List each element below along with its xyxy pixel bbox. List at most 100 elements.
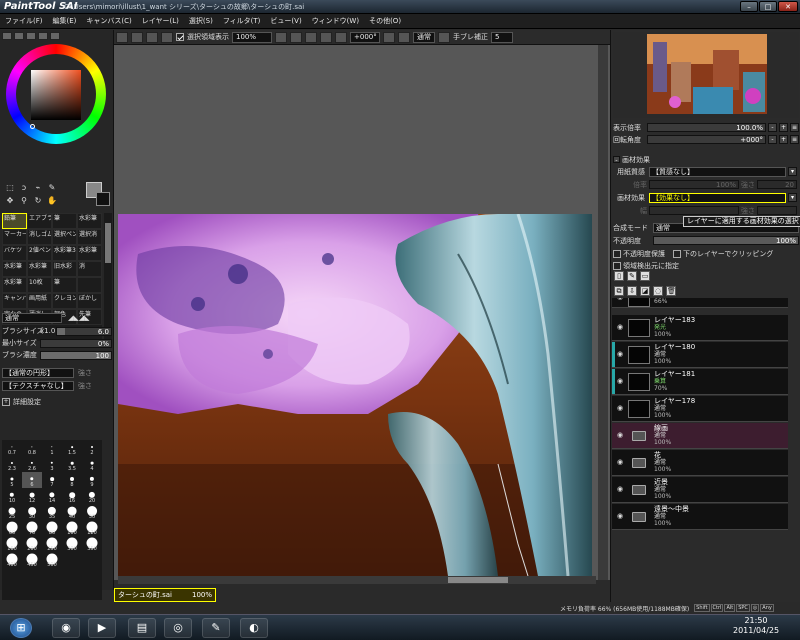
detail-settings-row[interactable]: + 詳細設定 [2, 397, 112, 407]
expand-icon[interactable]: + [2, 398, 10, 406]
layer-row[interactable]: ◉ 遠景〜中景 通常 100% [612, 504, 788, 530]
brush-tool-15[interactable]: 消 [77, 261, 102, 277]
brush-size-preset[interactable]: 12 [22, 488, 42, 504]
eye-icon[interactable]: ◉ [614, 298, 626, 303]
brush-tool-12[interactable]: 水彩筆 [2, 261, 27, 277]
layer-row[interactable]: ◉ レイヤー183 発光 100% [612, 315, 788, 341]
eye-icon[interactable]: ◉ [614, 404, 626, 414]
brush-size-preset[interactable]: 2.3 [2, 456, 22, 472]
minimize-button[interactable]: – [740, 1, 758, 12]
firefox-icon[interactable]: ◉ [52, 618, 80, 638]
eye-icon[interactable]: ◉ [614, 458, 626, 468]
new-layer-icon[interactable]: ▯ [614, 271, 624, 281]
brush-size-preset[interactable]: 350 [82, 536, 102, 552]
menu-item-7[interactable]: ウィンドウ(W) [307, 14, 364, 29]
paper-effect-header[interactable]: - 画材効果 [613, 154, 799, 165]
material-effect-dropdown[interactable]: 【効果なし】 [649, 192, 786, 203]
zoom-in-button[interactable] [290, 31, 302, 43]
brush-tool-22[interactable]: クレヨン [52, 293, 77, 309]
brush-size-preset[interactable]: 2.6 [22, 456, 42, 472]
scale-slider[interactable]: 100% [649, 180, 739, 189]
color-picker-cursor[interactable] [30, 124, 35, 129]
new-linear-layer-icon[interactable]: ✎ [627, 271, 637, 281]
saturation-value-square[interactable] [31, 70, 81, 120]
brush-tool-19[interactable] [77, 277, 102, 293]
brush-size-preset[interactable]: 160 [2, 536, 22, 552]
brush-tool-18[interactable]: 筆 [52, 277, 77, 293]
brush-size-preset[interactable]: 25 [2, 504, 22, 520]
blend-field[interactable]: 通常 [413, 31, 435, 43]
zoom-icon[interactable]: ⚲ [18, 195, 30, 206]
paint-tool-sai-icon[interactable]: ✎ [202, 618, 230, 638]
system-clock[interactable]: 21:50 2011/04/25 [733, 616, 779, 636]
brush-size-preset[interactable]: 8 [62, 472, 82, 488]
document-tab[interactable]: ターシュの町.sai 100% [114, 588, 216, 602]
layer-row[interactable]: ◉ 線画 通常 100% [612, 423, 788, 449]
close-button[interactable]: ✕ [778, 1, 798, 12]
undo-button[interactable] [116, 31, 128, 43]
menu-item-6[interactable]: ビュー(V) [265, 14, 306, 29]
brush-size-preset[interactable]: 250 [42, 536, 62, 552]
media-player-icon[interactable]: ▶ [88, 618, 116, 638]
deselect-button[interactable] [146, 31, 158, 43]
brush-size-preset[interactable]: 35 [42, 504, 62, 520]
flip-button[interactable] [398, 31, 410, 43]
brush-size-preset[interactable]: 80 [42, 520, 62, 536]
eye-icon[interactable]: ◉ [614, 485, 626, 495]
density-slider[interactable]: 100 [40, 350, 112, 360]
zoom-slider[interactable]: 100.0% [647, 123, 766, 132]
menu-item-8[interactable]: その他(O) [364, 14, 406, 29]
background-color-swatch[interactable] [96, 192, 110, 206]
brush-tool-1[interactable]: エアブラシ [27, 213, 52, 229]
brush-size-preset[interactable]: 4 [82, 456, 102, 472]
brush-size-preset[interactable]: 0.7 [2, 440, 22, 456]
brush-size-preset[interactable]: 70 [22, 520, 42, 536]
zoom-minus-button[interactable]: - [768, 123, 777, 132]
menu-item-1[interactable]: 編集(E) [48, 14, 82, 29]
brush-size-slider[interactable]: 6.0 [56, 326, 112, 336]
opacity-slider[interactable]: 100% [653, 236, 799, 245]
brush-size-preset[interactable]: 7 [42, 472, 62, 488]
brush-size-preset[interactable]: 9 [82, 472, 102, 488]
rotate-reset-button[interactable] [383, 31, 395, 43]
collapse-icon[interactable]: - [613, 156, 620, 164]
explorer-icon[interactable]: ▤ [128, 618, 156, 638]
brush-tool-17[interactable]: 10枚 [27, 277, 52, 293]
brush-size-preset[interactable]: 10 [2, 488, 22, 504]
scratchpad-icon[interactable] [50, 32, 60, 40]
zoom-menu-button[interactable]: ≡ [790, 123, 799, 132]
min-size-slider[interactable]: 0% [40, 338, 112, 348]
rotation-field[interactable]: +000° [350, 31, 380, 43]
brush-tool-20[interactable]: キャンバス [2, 293, 27, 309]
strength-slider-2[interactable] [757, 206, 797, 215]
brush-tool-6[interactable]: 選択ペン [52, 229, 77, 245]
menu-item-4[interactable]: 選択(S) [184, 14, 218, 29]
brush-tool-8[interactable]: バケツ [2, 245, 27, 261]
rotate-icon[interactable]: ↻ [32, 195, 44, 206]
invert-selection-button[interactable] [161, 31, 173, 43]
merge-down-icon[interactable]: ⇩ [627, 286, 637, 296]
brush-size-preset[interactable]: 6 [22, 472, 42, 488]
zoom-out-button[interactable] [275, 31, 287, 43]
brush-tool-23[interactable]: ぼかし [77, 293, 102, 309]
rgb-slider-icon[interactable] [14, 32, 24, 40]
brush-size-preset[interactable]: 3.5 [62, 456, 82, 472]
menu-item-2[interactable]: キャンバス(C) [81, 14, 136, 29]
brush-size-preset[interactable]: 450 [22, 552, 42, 568]
move-icon[interactable]: ✥ [4, 195, 16, 206]
layer-row[interactable]: ◉ 発光66% [612, 298, 788, 308]
brush-size-preset[interactable]: 400 [2, 552, 22, 568]
brush-tool-3[interactable]: 水彩筆 [77, 213, 102, 229]
brush-tool-9[interactable]: 2値ペン [27, 245, 52, 261]
audio-app-icon[interactable]: ◎ [164, 618, 192, 638]
brush-size-preset[interactable]: 0.8 [22, 440, 42, 456]
new-folder-icon[interactable]: ▭ [640, 271, 650, 281]
brush-shape-dropdown[interactable]: 【通常の円形】 [2, 368, 74, 378]
material-effect-dropdown-arrow[interactable]: ▾ [788, 193, 797, 202]
rotate-menu-button[interactable]: ≡ [790, 135, 799, 144]
brush-size-preset[interactable]: 30 [22, 504, 42, 520]
navigator-preview[interactable] [613, 32, 799, 118]
hsv-slider-icon[interactable] [26, 32, 36, 40]
canvas-viewport[interactable] [114, 45, 610, 580]
canvas-horizontal-scrollbar[interactable] [118, 576, 596, 584]
